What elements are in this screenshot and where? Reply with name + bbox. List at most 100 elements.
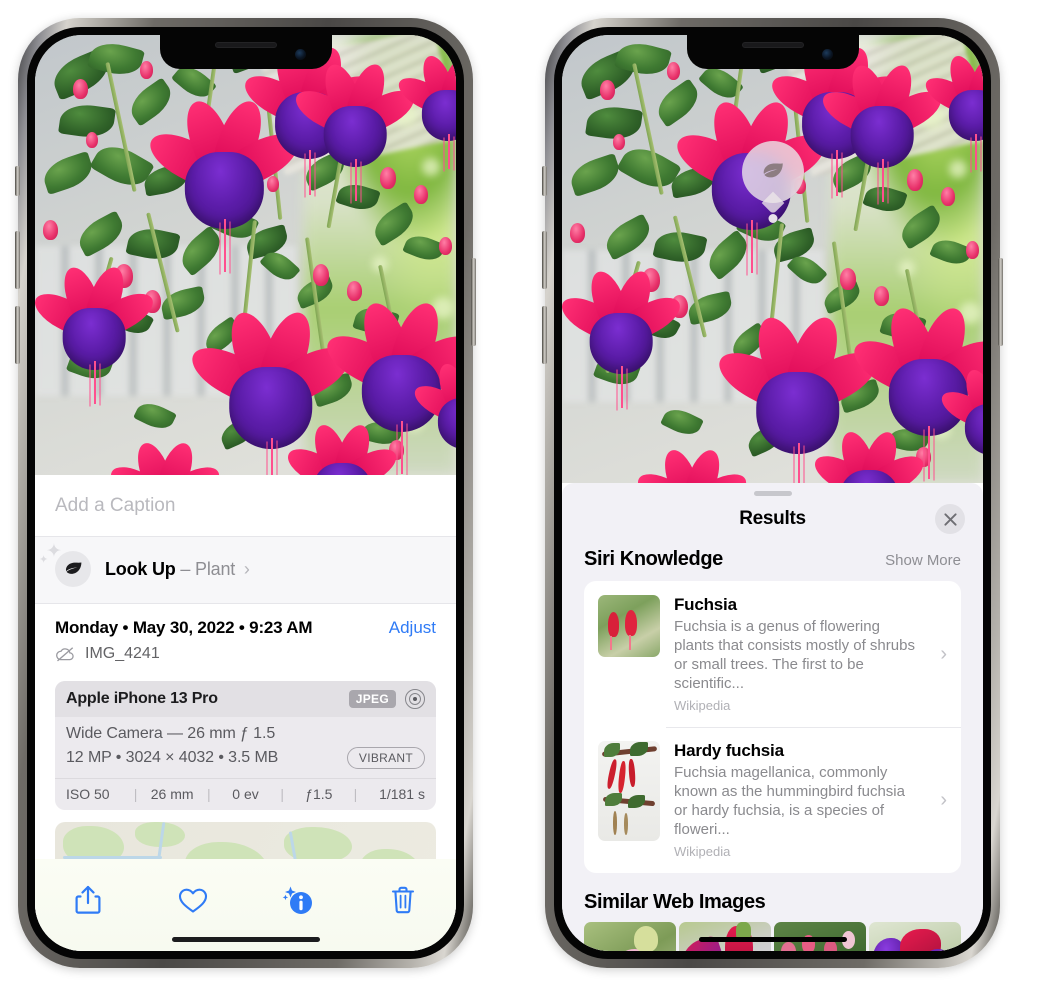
exif-divider: | <box>207 786 211 802</box>
mute-switch[interactable] <box>15 166 20 196</box>
photo-element <box>966 241 980 260</box>
result-title: Hardy fuchsia <box>674 741 784 761</box>
photo-element <box>907 169 924 192</box>
photo-element <box>612 133 625 150</box>
notch-right <box>686 35 859 69</box>
photo-viewer-left[interactable] <box>35 35 456 475</box>
result-thumbnail <box>598 595 660 657</box>
web-image-4[interactable] <box>869 922 961 951</box>
siri-knowledge-title: Siri Knowledge <box>584 548 723 570</box>
volume-up-button[interactable] <box>15 231 20 289</box>
result-source: Wikipedia <box>674 844 731 860</box>
result-thumbnail <box>598 741 660 842</box>
caption-placeholder: Add a Caption <box>55 494 176 516</box>
device-name: Apple iPhone 13 Pro <box>66 690 218 707</box>
lens-line: Wide Camera — 26 mm ƒ 1.5 <box>66 725 276 742</box>
mute-switch[interactable] <box>542 166 547 196</box>
similar-web-images-title: Similar Web Images <box>584 891 766 914</box>
heart-icon <box>178 888 208 913</box>
volume-down-button[interactable] <box>542 306 547 364</box>
exif-row: ISO 50 | 26 mm | 0 ev | ƒ1.5 | 1/181 s <box>55 778 436 810</box>
page-title: Results <box>739 508 806 529</box>
stamens <box>928 425 931 479</box>
volume-down-button[interactable] <box>15 306 20 364</box>
notch-left <box>159 35 332 69</box>
earpiece-speaker <box>741 42 804 48</box>
close-button[interactable] <box>935 504 965 534</box>
stamens <box>797 442 800 483</box>
list-item[interactable]: Hardy fuchsia Fuchsia magellanica, commo… <box>584 727 961 873</box>
visual-look-up-badge[interactable] <box>741 141 804 215</box>
camera-info-card[interactable]: Apple iPhone 13 Pro JPEG Wide Camera — 2… <box>55 681 436 810</box>
flower <box>809 428 930 483</box>
flower <box>393 51 456 170</box>
stamens <box>270 437 273 475</box>
stamens <box>354 158 357 202</box>
favorite-button[interactable] <box>170 877 216 923</box>
photo-viewer-right[interactable] <box>562 35 983 483</box>
stamens <box>224 218 227 272</box>
photo-element <box>599 79 615 100</box>
stamens <box>401 421 404 475</box>
similar-web-images-header: Similar Web Images <box>562 873 983 922</box>
screenshot-stage: Add a Caption ✦ ✦ Look Up – Plant › Mond… <box>0 0 1055 985</box>
flower <box>937 365 983 455</box>
stamens <box>751 219 754 273</box>
siri-knowledge-card: Fuchsia Fuchsia is a genus of flowering … <box>584 581 961 874</box>
phone-right: Results Siri Knowledge Show More Fuchsia… <box>542 18 1003 968</box>
stamens <box>881 159 884 202</box>
volume-up-button[interactable] <box>542 231 547 289</box>
caption-input[interactable]: Add a Caption <box>35 475 456 537</box>
info-button[interactable] <box>275 877 321 923</box>
cloud-slash-icon <box>56 647 74 662</box>
fuchsia-photo <box>35 35 456 475</box>
power-button[interactable] <box>471 258 476 346</box>
flower <box>920 51 983 170</box>
result-description: Fuchsia magellanica, commonly known as t… <box>674 764 905 839</box>
metadata-block: Monday • May 30, 2022 • 9:23 AM Adjust I… <box>35 604 456 673</box>
photo-date: Monday • May 30, 2022 • 9:23 AM <box>55 618 313 637</box>
exif-divider: | <box>280 786 284 802</box>
stamens <box>447 133 450 170</box>
lens-icon <box>405 689 425 709</box>
look-up-subject: Plant <box>195 558 236 579</box>
result-description: Fuchsia is a genus of flowering plants t… <box>674 618 915 693</box>
photo-element <box>839 267 856 290</box>
adjust-button[interactable]: Adjust <box>389 618 436 638</box>
delete-button[interactable] <box>380 877 426 923</box>
power-button[interactable] <box>998 258 1003 346</box>
chevron-right-icon: › <box>940 642 947 665</box>
fuchsia-photo <box>562 35 983 483</box>
result-text: Fuchsia Fuchsia is a genus of flowering … <box>674 595 922 713</box>
share-button[interactable] <box>65 877 111 923</box>
earpiece-speaker <box>214 42 277 48</box>
exif-iso: ISO 50 <box>66 786 110 802</box>
corolla <box>948 90 983 142</box>
look-up-row[interactable]: ✦ ✦ Look Up – Plant › <box>35 537 456 604</box>
close-icon <box>943 512 957 526</box>
web-image-1[interactable] <box>584 922 676 951</box>
flower <box>562 266 687 408</box>
exif-aperture: ƒ1.5 <box>305 786 333 802</box>
leaf-icon: ✦ ✦ <box>39 542 91 587</box>
stamens <box>93 361 96 404</box>
show-more-button[interactable]: Show More <box>885 552 961 569</box>
camera-device-row: Apple iPhone 13 Pro JPEG <box>55 681 436 717</box>
flower <box>105 438 226 475</box>
style-badge: VIBRANT <box>346 747 425 769</box>
exif-divider: | <box>133 786 138 802</box>
filename-text: IMG_4241 <box>85 645 160 662</box>
result-title: Fuchsia <box>674 595 737 614</box>
photo-element <box>413 184 428 204</box>
filename-row: IMG_4241 <box>55 645 436 663</box>
result-source: Wikipedia <box>674 698 731 714</box>
exif-ev: 0 ev <box>232 786 259 802</box>
info-sparkle-icon <box>282 886 312 914</box>
results-sheet: Results Siri Knowledge Show More Fuchsia… <box>562 483 983 951</box>
front-camera-icon <box>294 49 306 60</box>
flower <box>410 359 456 449</box>
photo-element <box>940 187 955 207</box>
sparkle-icon: ✦ <box>46 541 62 562</box>
list-item[interactable]: Fuchsia Fuchsia is a genus of flowering … <box>584 581 961 727</box>
screen-left: Add a Caption ✦ ✦ Look Up – Plant › Mond… <box>35 35 456 951</box>
